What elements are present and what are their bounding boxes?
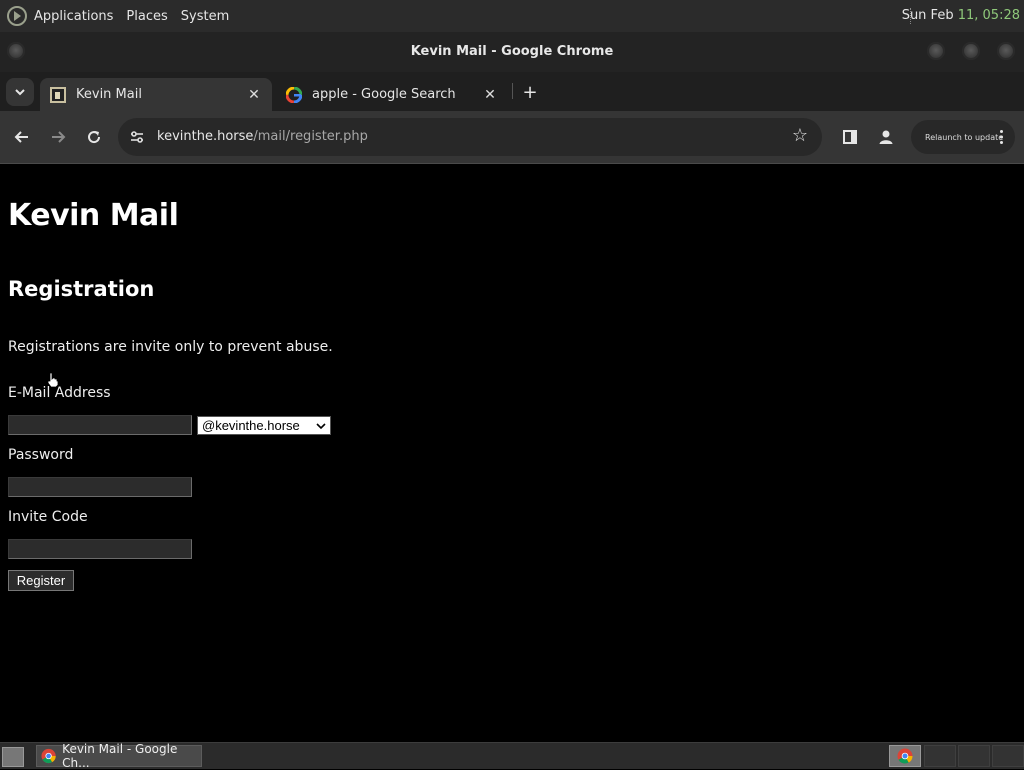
email-label: E-Mail Address xyxy=(8,385,111,401)
close-window-button[interactable] xyxy=(997,42,1015,60)
window-title: Kevin Mail - Google Chrome xyxy=(410,44,614,59)
page-content: Kevin Mail Registration Registrations ar… xyxy=(0,164,1024,742)
system-top-panel: Applications Places System Sun Feb 11, 0… xyxy=(0,0,1024,32)
maximize-button[interactable] xyxy=(962,42,980,60)
taskbar-item-label: Kevin Mail - Google Ch... xyxy=(62,742,178,770)
tab-label: apple - Google Search xyxy=(312,87,456,102)
bookmark-star-icon[interactable]: ☆ xyxy=(790,126,810,146)
panel-clock[interactable]: Sun Feb 11, 05:28 xyxy=(902,8,1020,23)
forward-button[interactable] xyxy=(44,123,72,151)
site-title: Kevin Mail xyxy=(8,198,179,233)
url-path: /mail/register.php xyxy=(253,129,368,144)
close-tab-icon[interactable]: ✕ xyxy=(246,87,262,103)
person-icon xyxy=(879,130,893,144)
chrome-icon xyxy=(897,748,913,764)
page-heading: Registration xyxy=(8,277,155,301)
browser-toolbar: kevinthe.horse/mail/register.php ☆ Relau… xyxy=(0,111,1024,164)
back-button[interactable] xyxy=(8,123,36,151)
url-host: kevinthe.horse xyxy=(157,129,254,144)
invite-code-input[interactable] xyxy=(8,539,192,559)
reload-button[interactable] xyxy=(80,123,108,151)
tray-chrome-icon[interactable] xyxy=(889,745,921,767)
register-button[interactable]: Register xyxy=(8,570,74,591)
bottom-taskbar: Kevin Mail - Google Ch... xyxy=(0,742,1024,770)
profile-button[interactable] xyxy=(872,123,900,151)
tab-google-search[interactable]: apple - Google Search ✕ xyxy=(276,78,508,111)
invite-note: Registrations are invite only to prevent… xyxy=(8,339,333,355)
reload-icon xyxy=(88,131,101,144)
chevron-down-icon xyxy=(15,89,25,96)
hand-cursor-icon xyxy=(47,372,59,388)
tab-divider xyxy=(512,83,513,99)
tab-kevin-mail[interactable]: Kevin Mail ✕ xyxy=(40,78,272,111)
new-tab-button[interactable]: + xyxy=(518,80,542,104)
kebab-menu-icon[interactable] xyxy=(1000,130,1003,144)
workspace-3[interactable] xyxy=(958,745,990,767)
distro-logo-icon[interactable] xyxy=(6,5,28,27)
password-input[interactable] xyxy=(8,477,192,497)
close-tab-icon[interactable]: ✕ xyxy=(482,87,498,103)
relaunch-to-update-button[interactable]: Relaunch to update xyxy=(911,120,1015,154)
side-panel-button[interactable] xyxy=(836,123,864,151)
tab-label: Kevin Mail xyxy=(76,87,142,102)
google-g-icon xyxy=(286,86,302,103)
window-titlebar: Kevin Mail - Google Chrome xyxy=(0,32,1024,72)
menu-system[interactable]: System xyxy=(181,9,229,24)
kevin-favicon-icon xyxy=(50,86,66,103)
chrome-icon xyxy=(41,748,56,764)
workspace-4[interactable] xyxy=(992,745,1024,767)
domain-select[interactable]: @kevinthe.horse xyxy=(197,416,331,435)
clock-date: Sun Feb xyxy=(901,8,954,23)
menu-places[interactable]: Places xyxy=(126,9,167,24)
url-text[interactable]: kevinthe.horse/mail/register.php xyxy=(157,129,368,144)
arrow-left-icon xyxy=(14,131,28,143)
taskbar-item-chrome[interactable]: Kevin Mail - Google Ch... xyxy=(36,742,202,770)
chevron-down-icon xyxy=(316,423,326,430)
password-label: Password xyxy=(8,447,74,463)
show-desktop-icon[interactable] xyxy=(2,747,24,767)
domain-selected-value: @kevinthe.horse xyxy=(202,418,300,433)
tab-search-button[interactable] xyxy=(6,78,34,106)
address-bar[interactable]: kevinthe.horse/mail/register.php ☆ xyxy=(118,118,822,156)
side-panel-icon xyxy=(843,130,857,144)
plus-icon: + xyxy=(522,81,538,103)
email-input[interactable] xyxy=(8,415,192,435)
workspace-2[interactable] xyxy=(924,745,956,767)
invite-code-label: Invite Code xyxy=(8,509,88,525)
menu-applications[interactable]: Applications xyxy=(34,9,113,24)
arrow-right-icon xyxy=(52,131,66,143)
clock-time: 11, 05:28 xyxy=(957,8,1020,23)
site-info-icon[interactable] xyxy=(128,128,146,146)
minimize-button[interactable] xyxy=(927,42,945,60)
relaunch-label: Relaunch to update xyxy=(925,132,1004,142)
